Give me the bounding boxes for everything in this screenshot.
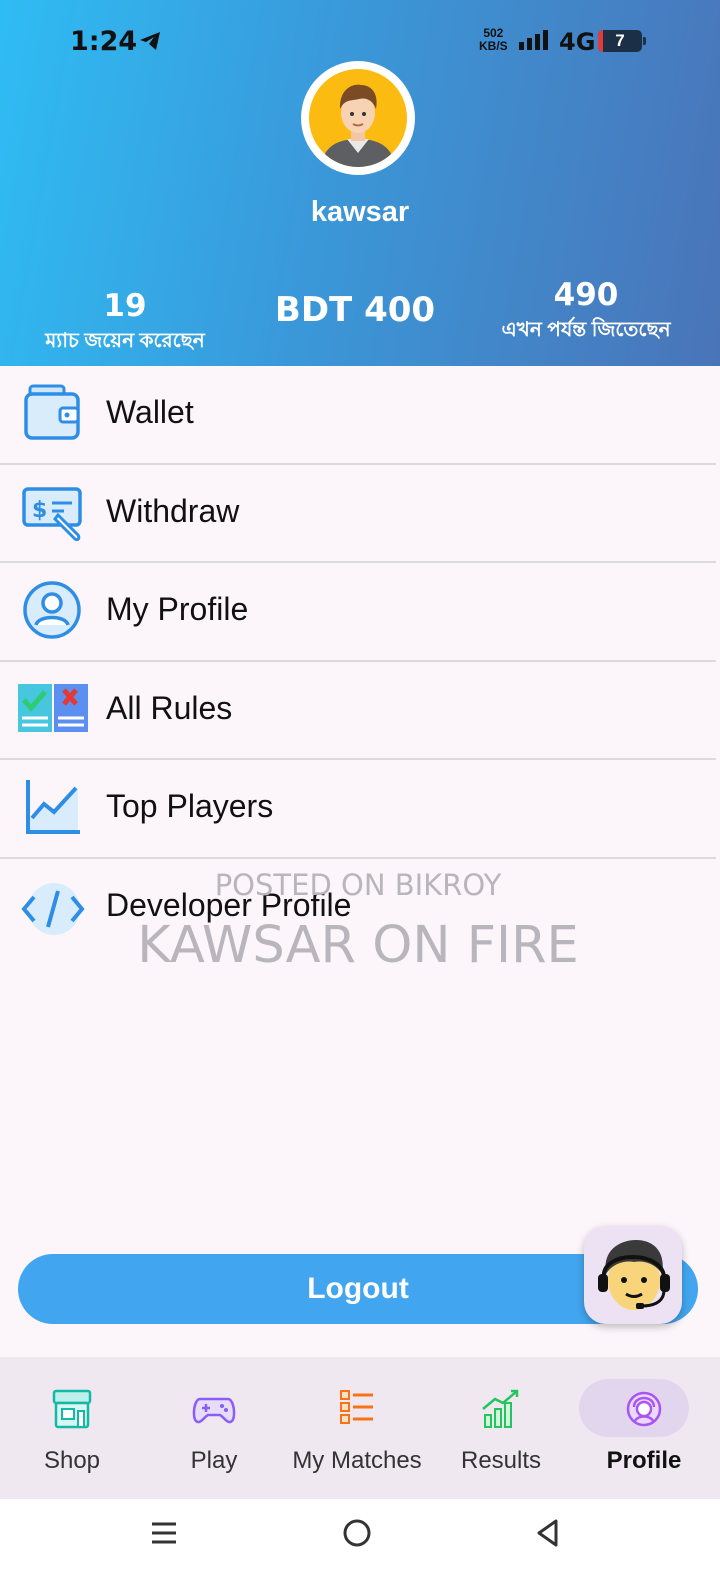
telegram-icon — [138, 30, 162, 57]
menu-item-top-players[interactable]: Top Players — [0, 760, 716, 859]
shop-icon — [50, 1387, 94, 1431]
withdraw-icon: $ — [18, 481, 88, 543]
avatar[interactable] — [301, 61, 415, 175]
back-icon[interactable] — [534, 1518, 562, 1553]
nav-results[interactable]: Results — [429, 1357, 573, 1499]
menu-item-label: Top Players — [106, 788, 274, 825]
bottom-navigation: Shop Play My Matches Results Profile — [0, 1357, 720, 1499]
home-icon[interactable] — [342, 1518, 372, 1553]
menu-item-label: All Rules — [106, 689, 233, 726]
nav-shop[interactable]: Shop — [0, 1357, 144, 1499]
signal-icon — [519, 29, 551, 56]
svg-text:$: $ — [32, 498, 47, 523]
recent-apps-icon[interactable] — [150, 1519, 178, 1552]
nav-label: My Matches — [292, 1447, 422, 1474]
nav-label: Shop — [43, 1447, 101, 1474]
menu-item-withdraw[interactable]: $ Withdraw — [0, 464, 716, 564]
watermark-line-1: POSTED ON BIKROY — [214, 868, 502, 902]
watermark-line-2: KAWSAR ON FIRE — [137, 916, 579, 975]
support-chat-button[interactable] — [584, 1226, 682, 1324]
network-speed-unit: KB/S — [479, 39, 508, 53]
matches-joined-stat: 19 ম্যাচ জয়েন করেছেন — [10, 288, 240, 359]
user-profile-icon — [18, 579, 88, 641]
balance-amount: BDT 400 — [274, 290, 436, 330]
avatar-image — [309, 69, 407, 167]
total-won-stat: 490 এখন পর্যন্ত জিতেছেন — [466, 277, 706, 348]
status-bar: 1:24 502 KB/S 4G 7 — [0, 22, 720, 62]
profile-header: 1:24 502 KB/S 4G 7 kawsar 19 ম্যাচ জয়েন… — [0, 0, 720, 366]
network-speed: 502 KB/S — [479, 27, 508, 53]
profile-icon — [622, 1387, 666, 1431]
battery-icon: 7 — [598, 30, 646, 52]
matches-joined-count: 19 — [103, 288, 147, 324]
status-time: 1:24 — [70, 26, 138, 57]
network-type: 4G — [559, 28, 596, 56]
matches-joined-label: ম্যাচ জয়েন করেছেন — [45, 330, 205, 352]
nav-label: Play — [190, 1447, 238, 1474]
balance-stat: BDT 400 — [240, 290, 470, 330]
menu-item-wallet[interactable]: Wallet — [0, 366, 716, 465]
total-won-amount: 490 — [553, 277, 619, 313]
menu-item-label: Wallet — [106, 394, 194, 430]
nav-label: Profile — [606, 1447, 682, 1474]
nav-my-matches[interactable]: My Matches — [285, 1357, 429, 1499]
menu-item-label: My Profile — [106, 591, 249, 628]
results-chart-icon — [479, 1387, 523, 1431]
total-won-label: এখন পর্যন্ত জিতেছেন — [501, 319, 671, 341]
rules-icon — [18, 678, 88, 740]
nav-label: Results — [460, 1447, 542, 1474]
gamepad-icon — [192, 1387, 236, 1431]
menu-item-all-rules[interactable]: All Rules — [0, 661, 716, 761]
system-navigation-bar — [0, 1499, 720, 1576]
menu-item-my-profile[interactable]: My Profile — [0, 563, 716, 662]
network-speed-value: 502 — [483, 26, 504, 40]
nav-profile[interactable]: Profile — [572, 1357, 716, 1499]
username: kawsar — [310, 196, 410, 228]
menu-item-label: Withdraw — [106, 492, 240, 529]
chart-icon — [18, 776, 88, 838]
wallet-icon — [18, 382, 88, 444]
nav-play[interactable]: Play — [142, 1357, 286, 1499]
customer-support-icon — [584, 1240, 682, 1328]
list-icon — [335, 1387, 379, 1431]
